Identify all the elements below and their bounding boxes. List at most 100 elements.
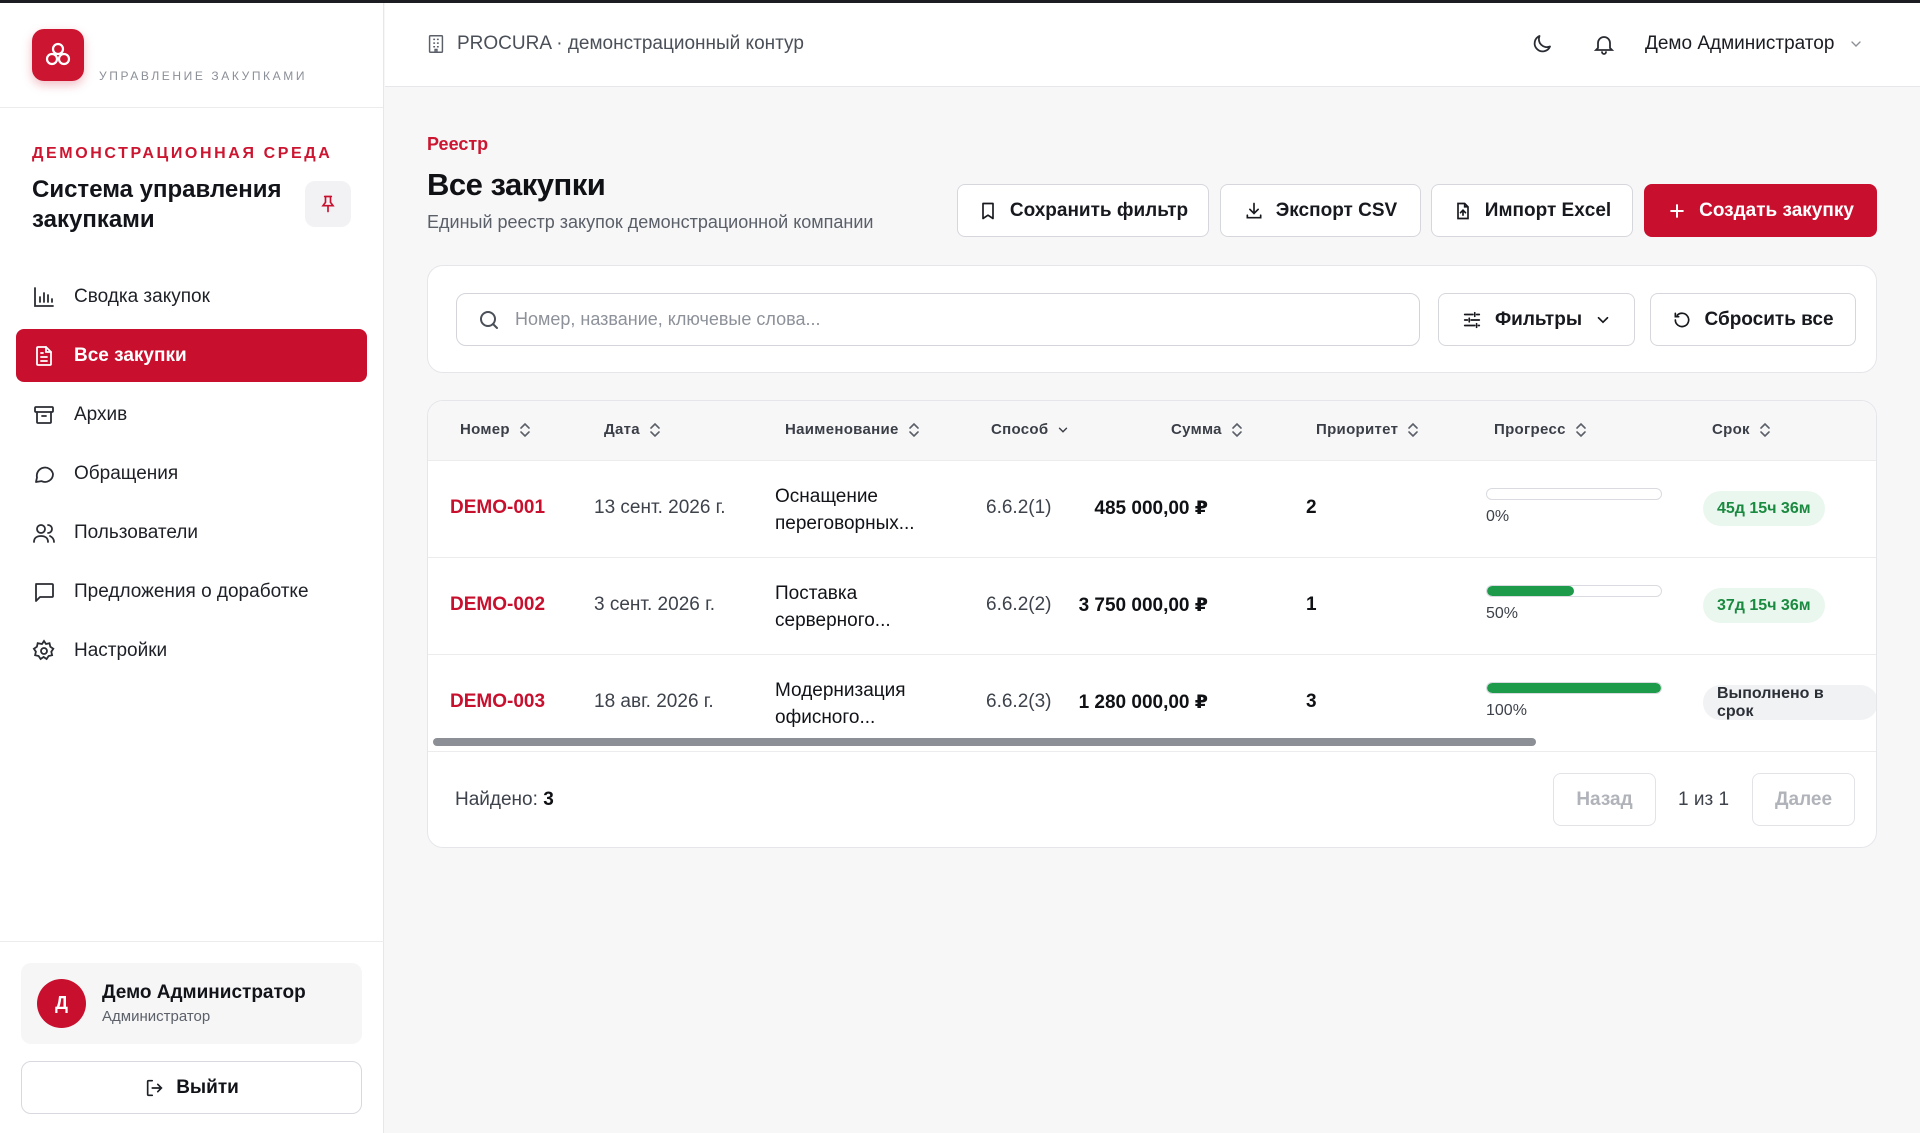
pin-sidebar-button[interactable]: [305, 181, 351, 227]
logout-label: Выйти: [176, 1076, 239, 1098]
purchase-name: Модернизация офисного...: [775, 680, 906, 728]
user-name: Демо Администратор: [102, 982, 306, 1003]
message-square-icon: [31, 579, 57, 605]
sidebar-item-archive[interactable]: Архив: [16, 388, 367, 441]
filters-button[interactable]: Фильтры: [1438, 293, 1635, 346]
user-card[interactable]: Д Демо Администратор Администратор: [21, 963, 362, 1044]
column-header-number[interactable]: Номер: [460, 421, 532, 438]
building-icon: [425, 33, 447, 55]
logo-icon: [45, 42, 71, 66]
user-menu-name: Демо Администратор: [1645, 33, 1835, 54]
create-purchase-button[interactable]: Создать закупку: [1644, 184, 1877, 237]
search-icon: [477, 308, 501, 332]
reset-all-label: Сбросить все: [1704, 308, 1834, 330]
chevron-down-icon: [1056, 423, 1070, 437]
sort-icon: [518, 422, 532, 438]
file-upload-icon: [1453, 201, 1473, 221]
sort-icon: [1758, 422, 1772, 438]
purchase-number-link[interactable]: DEMO-003: [450, 691, 545, 713]
prev-page-button[interactable]: Назад: [1553, 773, 1656, 826]
brand-tagline: УПРАВЛЕНИЕ ЗАКУПКАМИ: [99, 69, 308, 83]
logout-icon: [144, 1077, 166, 1099]
chevron-down-icon: [1848, 36, 1864, 52]
pin-icon: [321, 195, 335, 213]
sidebar-item-label: Обращения: [74, 462, 179, 484]
archive-icon: [31, 402, 57, 428]
purchases-table: Номер Дата Наименование Способ Сумма При…: [427, 400, 1877, 848]
plus-icon: [1667, 201, 1687, 221]
purchase-date: 13 сент. 2026 г.: [594, 497, 726, 518]
purchase-name: Поставка серверного...: [775, 583, 891, 631]
moon-icon: [1533, 35, 1551, 53]
breadcrumb: PROCURA · демонстрационный контур: [425, 33, 804, 55]
sidebar-item-label: Сводка закупок: [74, 285, 210, 307]
sidebar-item-label: Все закупки: [74, 344, 187, 366]
column-header-progress[interactable]: Прогресс: [1494, 421, 1588, 438]
results-count-value: 3: [543, 789, 554, 810]
sort-icon: [907, 422, 921, 438]
sidebar-item-summary[interactable]: Сводка закупок: [16, 270, 367, 323]
app-logo[interactable]: [32, 29, 84, 81]
brand: УПРАВЛЕНИЕ ЗАКУПКАМИ: [0, 3, 383, 108]
sidebar-item-settings[interactable]: Настройки: [16, 624, 367, 677]
reset-icon: [1672, 310, 1692, 330]
column-header-date[interactable]: Дата: [604, 421, 662, 438]
column-header-name[interactable]: Наименование: [785, 421, 921, 438]
page-title: Все закупки: [427, 167, 606, 202]
notifications-button[interactable]: [1592, 32, 1616, 56]
horizontal-scrollbar[interactable]: [433, 738, 1536, 746]
column-header-deadline[interactable]: Срок: [1712, 421, 1772, 438]
reset-all-button[interactable]: Сбросить все: [1650, 293, 1856, 346]
column-header-priority[interactable]: Приоритет: [1316, 421, 1420, 438]
search-input[interactable]: [515, 309, 1395, 330]
document-list-icon: [31, 343, 57, 369]
sidebar-nav: Сводка закупок Все закупки Архив Обращен…: [16, 270, 367, 683]
users-icon: [31, 520, 57, 546]
purchase-sum: 3 750 000,00 ₽: [1078, 595, 1208, 616]
results-count-label: Найдено:: [455, 789, 538, 810]
chevron-down-icon: [1594, 311, 1612, 329]
sidebar-item-label: Архив: [74, 403, 128, 425]
sidebar-item-label: Пользователи: [74, 521, 199, 543]
theme-toggle-button[interactable]: [1530, 32, 1554, 56]
sidebar-item-users[interactable]: Пользователи: [16, 506, 367, 559]
sidebar-item-label: Предложения о доработке: [74, 580, 309, 602]
next-page-button[interactable]: Далее: [1752, 773, 1855, 826]
download-icon: [1244, 201, 1264, 221]
column-header-sum[interactable]: Сумма: [1171, 421, 1244, 438]
column-header-method[interactable]: Способ: [991, 421, 1070, 438]
deadline-badge: 37д 15ч 36м: [1703, 588, 1825, 623]
user-menu[interactable]: Демо Администратор: [1645, 33, 1864, 55]
results-count: Найдено: 3: [455, 789, 554, 811]
sliders-icon: [1461, 309, 1483, 331]
progress-label: 0%: [1486, 508, 1510, 525]
logout-button[interactable]: Выйти: [21, 1061, 362, 1114]
import-excel-button[interactable]: Импорт Excel: [1431, 184, 1633, 237]
export-csv-button[interactable]: Экспорт CSV: [1220, 184, 1421, 237]
progress-label: 50%: [1486, 605, 1519, 622]
table-row[interactable]: DEMO-002 3 сент. 2026 г. Поставка сервер…: [428, 558, 1876, 655]
progress-bar: [1486, 488, 1662, 500]
purchase-priority: 1: [1306, 594, 1317, 615]
environment-label: ДЕМОНСТРАЦИОННАЯ СРЕДА: [32, 145, 333, 162]
sidebar-item-label: Настройки: [74, 639, 168, 661]
sidebar-item-suggestions[interactable]: Предложения о доработке: [16, 565, 367, 618]
sort-icon: [1406, 422, 1420, 438]
section-eyebrow: Реестр: [427, 134, 489, 154]
table-row[interactable]: DEMO-001 13 сент. 2026 г. Оснащение пере…: [428, 461, 1876, 558]
breadcrumb-text: PROCURA · демонстрационный контур: [457, 33, 804, 54]
purchase-sum: 485 000,00 ₽: [1094, 498, 1208, 519]
column-label: Дата: [604, 421, 640, 438]
bookmark-icon: [978, 201, 998, 221]
column-label: Срок: [1712, 421, 1750, 438]
purchase-number-link[interactable]: DEMO-002: [450, 594, 545, 616]
deadline-badge: Выполнено в срок: [1703, 685, 1876, 720]
save-filter-button[interactable]: Сохранить фильтр: [957, 184, 1209, 237]
sidebar-item-all-purchases[interactable]: Все закупки: [16, 329, 367, 382]
main-content: Реестр Все закупки Единый реестр закупок…: [385, 87, 1920, 1133]
search-box[interactable]: [456, 293, 1420, 346]
purchase-priority: 2: [1306, 497, 1317, 518]
sidebar-item-requests[interactable]: Обращения: [16, 447, 367, 500]
gear-icon: [31, 638, 57, 664]
purchase-number-link[interactable]: DEMO-001: [450, 497, 545, 519]
